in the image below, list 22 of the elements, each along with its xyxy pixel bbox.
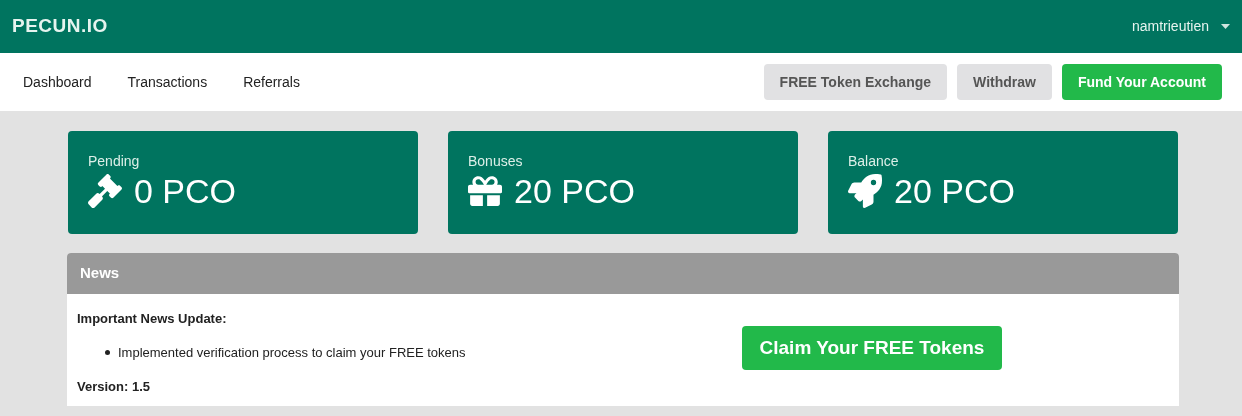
rocket-icon (848, 174, 882, 208)
news-item: Implemented verification process to claim your FREE tokens (118, 343, 466, 362)
caret-icon (1221, 24, 1230, 29)
stat-value: 20 PCO (514, 174, 635, 208)
logo[interactable]: PECUN.IO (12, 12, 108, 41)
stat-value: 20 PCO (894, 174, 1015, 208)
action-button[interactable]: FREE Token Exchange (763, 64, 948, 100)
stat-label: Bonuses (468, 154, 524, 168)
gift-icon (468, 174, 502, 208)
bullet-icon (105, 349, 110, 355)
nav-link[interactable]: Dashboard (23, 71, 92, 93)
nav-link[interactable]: Transactions (127, 71, 208, 93)
version-text: Version: 1.5 (77, 378, 151, 396)
stat-value: 0 PCO (134, 174, 237, 208)
gavel-icon (88, 174, 122, 208)
stat-label: Balance (848, 154, 900, 168)
action-button[interactable]: Withdraw (957, 64, 1052, 100)
nav-link[interactable]: Referrals (243, 71, 300, 93)
news-heading: Important News Update: (77, 310, 228, 328)
stat-label: Pending (88, 154, 141, 168)
user-menu[interactable]: namtrieutien (1131, 16, 1230, 37)
news-title: News (80, 263, 120, 284)
